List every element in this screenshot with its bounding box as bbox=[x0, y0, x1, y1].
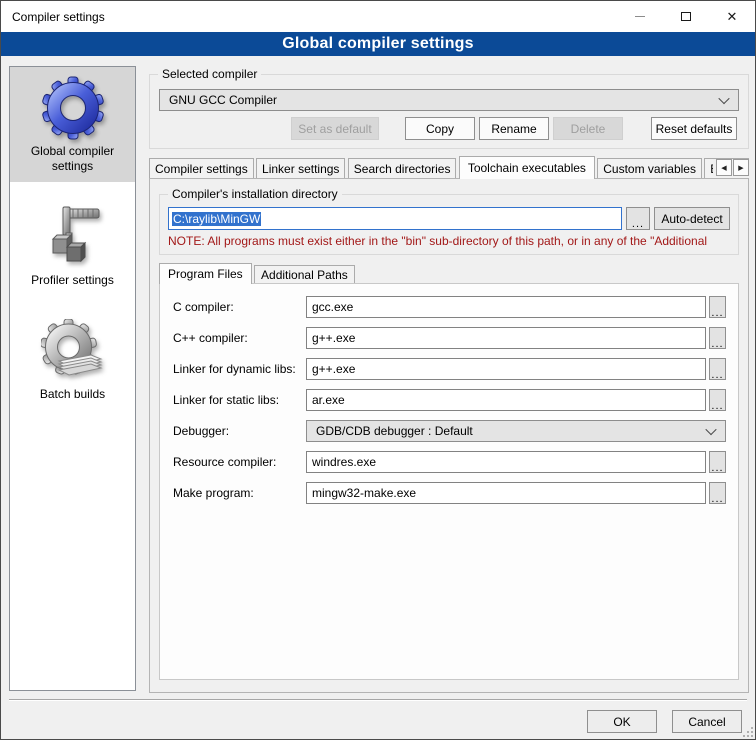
program-row-resource-compiler: Resource compiler: ... bbox=[173, 451, 726, 473]
chevron-down-icon bbox=[720, 96, 729, 105]
reset-defaults-button[interactable]: Reset defaults bbox=[651, 117, 737, 140]
ok-button[interactable]: OK bbox=[587, 710, 657, 733]
maximize-button[interactable] bbox=[663, 1, 709, 32]
static-linker-label: Linker for static libs: bbox=[173, 393, 306, 407]
resource-compiler-browse-button[interactable]: ... bbox=[709, 451, 726, 473]
cpp-compiler-browse-button[interactable]: ... bbox=[709, 327, 726, 349]
rename-button[interactable]: Rename bbox=[479, 117, 549, 140]
subtab-program-files[interactable]: Program Files bbox=[159, 263, 252, 284]
sidebar-item-batch-builds[interactable]: Batch builds bbox=[10, 310, 135, 410]
close-button[interactable]: ✕ bbox=[709, 1, 755, 32]
tab-scroll-left-button[interactable]: ◀ bbox=[716, 159, 732, 176]
debugger-select[interactable]: GDB/CDB debugger : Default bbox=[306, 420, 726, 442]
program-files-panel: C compiler: ... C++ compiler: ... Linker… bbox=[159, 283, 739, 680]
program-row-debugger: Debugger: GDB/CDB debugger : Default bbox=[173, 420, 726, 442]
dialog-header: Global compiler settings bbox=[1, 32, 755, 56]
window-title: Compiler settings bbox=[1, 10, 105, 24]
tab-linker-settings[interactable]: Linker settings bbox=[256, 158, 345, 179]
caliper-icon bbox=[41, 205, 105, 269]
installation-directory-note: NOTE: All programs must exist either in … bbox=[168, 234, 730, 248]
gear-grey-icon bbox=[41, 319, 105, 383]
compiler-settings-dialog: Compiler settings ✕ Global compiler sett… bbox=[0, 0, 756, 740]
dialog-content: Global compiler settings bbox=[1, 56, 755, 739]
sidebar-item-label: Profiler settings bbox=[16, 273, 129, 288]
minimize-icon bbox=[635, 16, 645, 17]
resource-compiler-label: Resource compiler: bbox=[173, 455, 306, 469]
sidebar-item-label: Batch builds bbox=[16, 387, 129, 402]
program-row-make-program: Make program: ... bbox=[173, 482, 726, 504]
settings-sidebar: Global compiler settings bbox=[9, 66, 136, 691]
delete-button[interactable]: Delete bbox=[553, 117, 623, 140]
c-compiler-input[interactable] bbox=[306, 296, 706, 318]
chevron-down-icon bbox=[707, 427, 716, 436]
dialog-header-title: Global compiler settings bbox=[282, 35, 474, 53]
program-row-dynamic-linker: Linker for dynamic libs: ... bbox=[173, 358, 726, 380]
program-row-c-compiler: C compiler: ... bbox=[173, 296, 726, 318]
maximize-icon bbox=[681, 12, 691, 21]
cancel-button[interactable]: Cancel bbox=[672, 710, 742, 733]
resource-compiler-input[interactable] bbox=[306, 451, 706, 473]
main-panel: Selected compiler GNU GCC Compiler Set a… bbox=[149, 56, 749, 693]
selected-compiler-group-label: Selected compiler bbox=[158, 67, 261, 81]
debugger-select-value: GDB/CDB debugger : Default bbox=[316, 424, 473, 438]
tab-custom-variables[interactable]: Custom variables bbox=[597, 158, 702, 179]
toolchain-executables-panel: Compiler's installation directory C:\ray… bbox=[149, 178, 749, 693]
debugger-label: Debugger: bbox=[173, 424, 306, 438]
window-controls: ✕ bbox=[617, 1, 755, 32]
tab-scroll-right-button[interactable]: ▶ bbox=[733, 159, 749, 176]
browse-directory-button[interactable]: ... bbox=[626, 207, 650, 230]
compiler-buttons-row: Set as default Copy Rename Delete Reset … bbox=[159, 117, 739, 140]
c-compiler-label: C compiler: bbox=[173, 300, 306, 314]
dynamic-linker-browse-button[interactable]: ... bbox=[709, 358, 726, 380]
selected-compiler-group: Selected compiler GNU GCC Compiler Set a… bbox=[149, 74, 749, 149]
installation-directory-value: C:\raylib\MinGW bbox=[172, 212, 261, 226]
settings-tabstrip: Compiler settings Linker settings Search… bbox=[149, 156, 749, 179]
compiler-select[interactable]: GNU GCC Compiler bbox=[159, 89, 739, 111]
sidebar-item-global-compiler-settings[interactable]: Global compiler settings bbox=[10, 67, 135, 182]
subtab-additional-paths[interactable]: Additional Paths bbox=[254, 265, 355, 284]
installation-directory-input[interactable]: C:\raylib\MinGW bbox=[168, 207, 622, 230]
installation-directory-group: Compiler's installation directory C:\ray… bbox=[159, 194, 739, 255]
footer-divider bbox=[9, 699, 747, 701]
arrow-left-icon: ◀ bbox=[721, 164, 726, 172]
static-linker-browse-button[interactable]: ... bbox=[709, 389, 726, 411]
tab-compiler-settings[interactable]: Compiler settings bbox=[149, 158, 254, 179]
c-compiler-browse-button[interactable]: ... bbox=[709, 296, 726, 318]
dynamic-linker-label: Linker for dynamic libs: bbox=[173, 362, 306, 376]
installation-directory-row: C:\raylib\MinGW ... Auto-detect bbox=[168, 207, 730, 230]
program-row-cpp-compiler: C++ compiler: ... bbox=[173, 327, 726, 349]
installation-directory-group-label: Compiler's installation directory bbox=[168, 187, 342, 201]
close-icon: ✕ bbox=[727, 10, 738, 23]
arrow-right-icon: ▶ bbox=[738, 164, 743, 172]
tab-scrollers: ◀ ▶ bbox=[713, 159, 749, 176]
dynamic-linker-input[interactable] bbox=[306, 358, 706, 380]
make-program-browse-button[interactable]: ... bbox=[709, 482, 726, 504]
set-as-default-button[interactable]: Set as default bbox=[291, 117, 379, 140]
make-program-label: Make program: bbox=[173, 486, 306, 500]
make-program-input[interactable] bbox=[306, 482, 706, 504]
copy-button[interactable]: Copy bbox=[405, 117, 475, 140]
static-linker-input[interactable] bbox=[306, 389, 706, 411]
compiler-select-value: GNU GCC Compiler bbox=[169, 93, 277, 107]
sidebar-item-profiler-settings[interactable]: Profiler settings bbox=[10, 196, 135, 296]
program-row-static-linker: Linker for static libs: ... bbox=[173, 389, 726, 411]
cpp-compiler-input[interactable] bbox=[306, 327, 706, 349]
resize-grip-handle[interactable] bbox=[741, 725, 753, 737]
minimize-button[interactable] bbox=[617, 1, 663, 32]
tab-search-directories[interactable]: Search directories bbox=[348, 158, 457, 179]
sidebar-item-label: Global compiler settings bbox=[16, 144, 129, 174]
footer-buttons: OK Cancel bbox=[587, 710, 742, 733]
tab-toolchain-executables[interactable]: Toolchain executables bbox=[459, 156, 595, 179]
auto-detect-button[interactable]: Auto-detect bbox=[654, 207, 730, 230]
titlebar: Compiler settings ✕ bbox=[1, 1, 755, 32]
programs-subtabstrip: Program Files Additional Paths bbox=[159, 263, 739, 284]
cpp-compiler-label: C++ compiler: bbox=[173, 331, 306, 345]
gear-blue-icon bbox=[41, 76, 105, 140]
